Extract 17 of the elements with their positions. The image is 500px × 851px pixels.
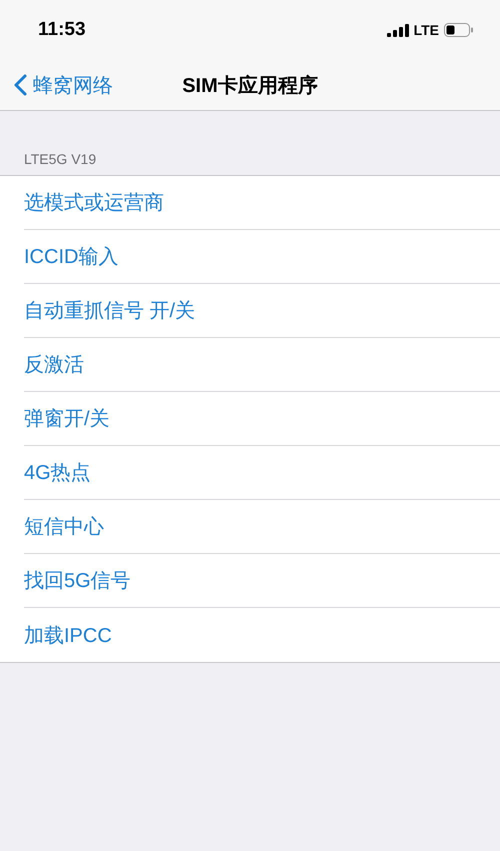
menu-item[interactable]: 短信中心 — [24, 513, 104, 540]
menu-item[interactable]: 反激活 — [24, 351, 84, 378]
menu-item[interactable]: 找回5G信号 — [24, 567, 131, 594]
battery-icon — [444, 23, 474, 37]
menu-item[interactable]: 加载IPCC — [24, 622, 112, 648]
back-button[interactable]: 蜂窝网络 — [0, 70, 119, 100]
signal-icon — [386, 24, 409, 36]
chevron-icon — [14, 74, 27, 96]
menu-item[interactable]: 选模式或运营商 — [24, 189, 164, 216]
menu-item[interactable]: 自动重抓信号 开/关 — [24, 297, 196, 324]
menu-item[interactable]: 4G热点 — [24, 459, 91, 486]
status-time: 11:53 — [38, 19, 86, 41]
network-type: LTE — [414, 22, 439, 38]
menu-item[interactable]: 弹窗开/关 — [24, 405, 110, 432]
menu-item[interactable]: ICCID输入 — [24, 243, 118, 270]
page-title: SIM卡应用程序 — [182, 74, 318, 96]
section-header: LTE5G V19 — [23, 150, 98, 169]
